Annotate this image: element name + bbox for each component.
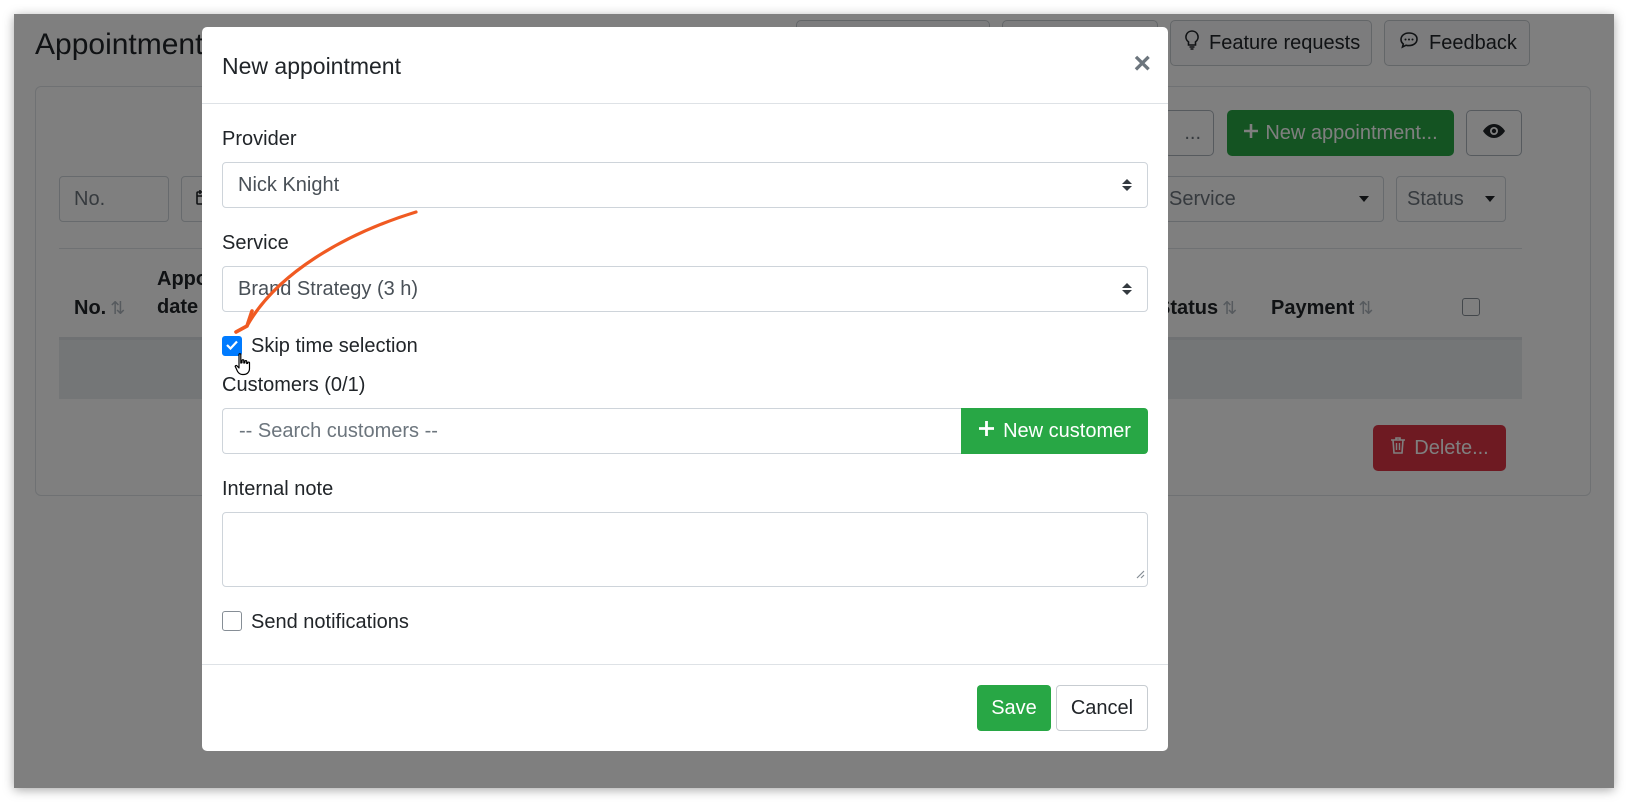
select-arrows-icon: [1122, 283, 1132, 295]
resize-grip-icon[interactable]: [1135, 566, 1145, 584]
save-button[interactable]: Save: [977, 685, 1051, 731]
internal-note-label: Internal note: [222, 478, 334, 500]
hand-cursor-icon: [233, 352, 255, 381]
service-label: Service: [222, 232, 289, 254]
cancel-button[interactable]: Cancel: [1056, 685, 1148, 731]
modal-title: New appointment: [222, 53, 401, 79]
new-appointment-modal: New appointment × Provider Nick Knight S…: [202, 27, 1168, 751]
screenshot-frame: Appointments Feature requests Feedback .…: [14, 14, 1614, 788]
service-value: Brand Strategy (3 h): [238, 277, 419, 300]
new-customer-label: New customer: [1003, 419, 1131, 442]
close-icon[interactable]: ×: [1133, 49, 1151, 79]
save-label: Save: [991, 696, 1037, 719]
modal-footer-divider: [202, 664, 1168, 665]
new-customer-button[interactable]: New customer: [961, 408, 1148, 454]
plus-icon: [978, 420, 995, 443]
send-notifications-label: Send notifications: [251, 611, 409, 633]
modal-header-divider: [202, 103, 1168, 104]
cancel-label: Cancel: [1070, 696, 1134, 719]
internal-note-textarea[interactable]: [222, 512, 1148, 587]
provider-value: Nick Knight: [238, 173, 340, 196]
provider-select[interactable]: Nick Knight: [222, 162, 1148, 208]
service-select[interactable]: Brand Strategy (3 h): [222, 266, 1148, 312]
select-arrows-icon: [1122, 179, 1132, 191]
customer-search-placeholder: -- Search customers --: [239, 419, 438, 442]
skip-time-label: Skip time selection: [251, 335, 418, 357]
send-notifications-checkbox[interactable]: [222, 611, 242, 631]
customer-search-input[interactable]: -- Search customers --: [222, 408, 962, 454]
provider-label: Provider: [222, 128, 297, 150]
